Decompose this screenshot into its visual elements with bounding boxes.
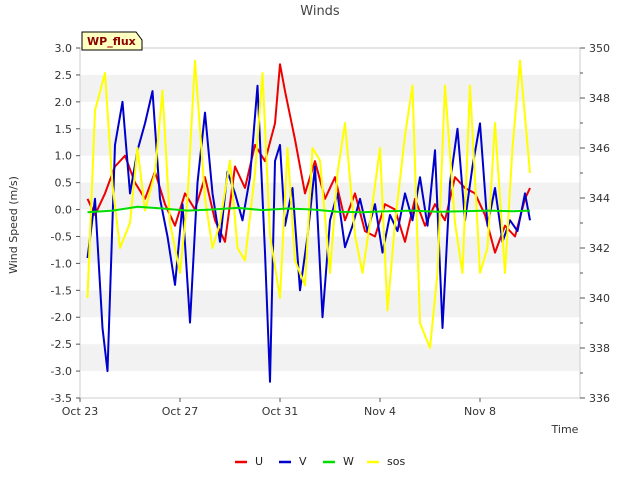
- y-tick-label: -3.5: [51, 392, 72, 405]
- y-tick-label: -1.0: [51, 257, 72, 270]
- site-label-text: WP_flux: [87, 35, 136, 48]
- x-tick-label: Oct 31: [262, 405, 299, 418]
- y2-tick-label: 348: [589, 92, 610, 105]
- y-tick-label: -3.0: [51, 365, 72, 378]
- y-tick-label: 3.0: [55, 42, 73, 55]
- x-tick-label: Nov 4: [364, 405, 396, 418]
- legend-label-w: W: [343, 455, 354, 468]
- y-tick-label: 0.0: [55, 204, 73, 217]
- y-tick-label: 1.5: [55, 123, 73, 136]
- y2-tick-label: 338: [589, 342, 610, 355]
- y-tick-label: -0.5: [51, 230, 72, 243]
- y-tick-label: -2.0: [51, 311, 72, 324]
- y-tick-label: 2.5: [55, 69, 73, 82]
- y2-tick-label: 344: [589, 192, 610, 205]
- chart-title: Winds: [300, 4, 340, 19]
- y2-tick-label: 336: [589, 392, 610, 405]
- y-tick-label: -1.5: [51, 284, 72, 297]
- x-tick-label: Oct 23: [62, 405, 99, 418]
- x-tick-label: Nov 8: [464, 405, 496, 418]
- y-tick-label: 1.0: [55, 150, 73, 163]
- grid-band: [80, 74, 580, 102]
- site-label-badge: WP_flux: [81, 31, 143, 51]
- x-axis-title: Time: [551, 423, 579, 436]
- y2-tick-label: 342: [589, 242, 610, 255]
- y-axis-title: Wind Speed (m/s): [7, 176, 20, 274]
- grid-band: [80, 290, 580, 318]
- y-tick-label: -2.5: [51, 338, 72, 351]
- y2-tick-label: 346: [589, 142, 610, 155]
- x-tick-label: Oct 27: [162, 405, 199, 418]
- y-tick-label: 2.0: [55, 96, 73, 109]
- legend-label-sos: sos: [387, 455, 405, 468]
- winds-chart: 3.0 2.5 2.0 1.5 1.0 0.5 0.0 -0.5 -1.0 -1.5 -2.0 -2.…: [0, 0, 640, 480]
- y-tick-label: 0.5: [55, 177, 73, 190]
- y2-tick-label: 350: [589, 42, 610, 55]
- grid-band: [80, 344, 580, 372]
- legend-label-v: V: [299, 455, 307, 468]
- y2-tick-label: 340: [589, 292, 610, 305]
- legend-label-u: U: [255, 455, 263, 468]
